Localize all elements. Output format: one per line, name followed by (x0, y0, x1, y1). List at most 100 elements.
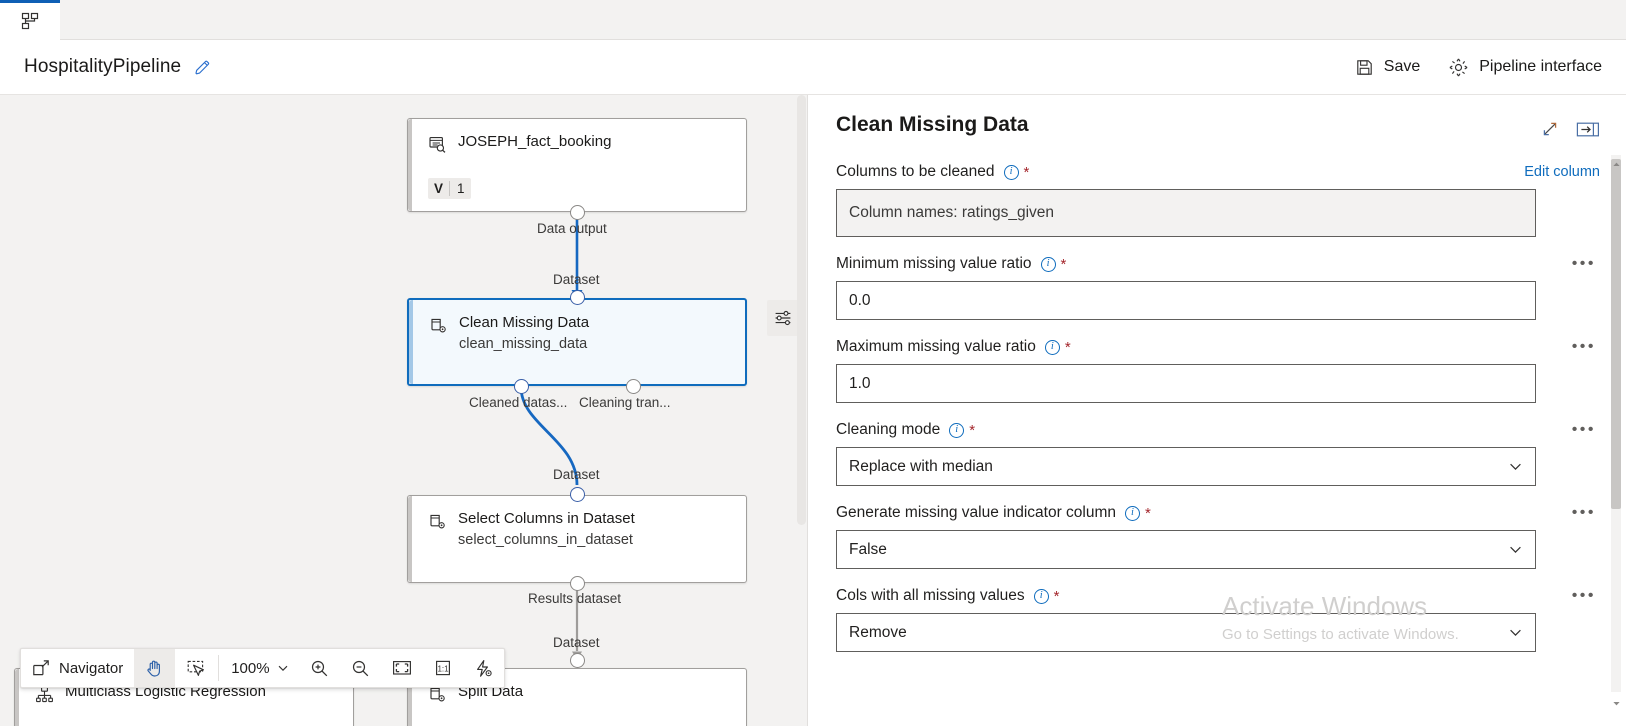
pipeline-canvas[interactable]: JOSEPH_fact_booking V1 Data output Datas… (0, 95, 807, 726)
field-actions: Edit column (1524, 164, 1600, 180)
field-value: 0.0 (849, 291, 871, 309)
actual-size-button[interactable]: 1:1 (423, 649, 463, 687)
edge-label-dataset-2: Dataset (553, 467, 600, 482)
info-icon[interactable]: i (1033, 588, 1049, 604)
field-label-row: Maximum missing value ratio i * ••• (836, 330, 1600, 364)
port-cleaning-transformation[interactable] (626, 379, 641, 394)
node-joseph-fact-booking[interactable]: JOSEPH_fact_booking V1 (407, 118, 747, 212)
minimum-missing-value-ratio-input[interactable]: 0.0 (836, 281, 1536, 320)
info-icon[interactable]: i (1040, 256, 1056, 272)
chevron-down-icon (1508, 625, 1523, 640)
scroll-down-arrow[interactable] (1611, 696, 1621, 710)
field-label: Cleaning mode (836, 421, 941, 438)
field-label: Maximum missing value ratio (836, 338, 1036, 355)
collapse-panel-icon[interactable] (1576, 120, 1600, 139)
field-maximum-missing-value-ratio: Maximum missing value ratio i * ••• 1.0 (836, 330, 1600, 403)
field-overflow-menu[interactable]: ••• (1568, 505, 1600, 521)
hand-icon (145, 659, 164, 678)
zoom-level-value: 100% (231, 659, 270, 677)
pencil-icon[interactable] (193, 58, 212, 77)
version-badge: V1 (428, 178, 471, 199)
magnifier-plus-icon (310, 659, 329, 678)
pipeline-interface-label: Pipeline interface (1479, 58, 1602, 75)
generate-missing-value-indicator-column-select[interactable]: False (836, 530, 1536, 569)
info-icon[interactable]: i (949, 422, 965, 438)
maximum-missing-value-ratio-input[interactable]: 1.0 (836, 364, 1536, 403)
field-value: 1.0 (849, 374, 871, 392)
port-cleaned-dataset[interactable] (514, 379, 529, 394)
canvas-vertical-scrollbar[interactable] (797, 95, 806, 525)
field-label-row: Cleaning mode i * ••• (836, 413, 1600, 447)
node-subtitle: clean_missing_data (459, 335, 588, 352)
field-label-row: Minimum missing value ratio i * ••• (836, 247, 1600, 281)
port-select-input[interactable] (570, 487, 585, 502)
field-cols-with-all-missing-values: Cols with all missing values i * ••• Rem… (836, 579, 1600, 652)
field-minimum-missing-value-ratio: Minimum missing value ratio i * ••• 0.0 (836, 247, 1600, 320)
node-settings-button[interactable] (767, 300, 799, 336)
one-to-one-icon: 1:1 (434, 659, 452, 677)
fit-to-screen-button[interactable] (381, 649, 423, 687)
field-overflow-menu[interactable]: ••• (1568, 339, 1600, 355)
pipeline-graph-icon (20, 11, 41, 32)
node-title: JOSEPH_fact_booking (458, 133, 612, 150)
field-overflow-menu[interactable]: ••• (1568, 422, 1600, 438)
zoom-out-button[interactable] (340, 649, 381, 687)
field-actions: ••• (1568, 339, 1600, 355)
info-icon[interactable]: i (1003, 164, 1019, 180)
properties-panel: Clean Missing Data Columns to be cleaned… (807, 95, 1626, 726)
columns-to-be-cleaned-value[interactable]: Column names: ratings_given (836, 189, 1536, 237)
save-button[interactable]: Save (1341, 50, 1434, 85)
port-label-cleaning-transformation: Cleaning tran... (579, 395, 671, 410)
info-icon[interactable]: i (1125, 505, 1140, 521)
port-data-output[interactable] (570, 205, 585, 220)
required-asterisk: * (969, 421, 976, 439)
sliders-icon (774, 309, 792, 327)
node-select-columns-in-dataset[interactable]: Select Columns in Dataset select_columns… (407, 495, 747, 583)
node-clean-missing-data[interactable]: Clean Missing Data clean_missing_data (407, 298, 747, 386)
port-label-results-dataset: Results dataset (528, 591, 622, 606)
port-clean-input[interactable] (570, 290, 585, 305)
navigator-expand-icon (32, 659, 50, 677)
field-label-row: Generate missing value indicator column … (836, 496, 1600, 530)
field-overflow-menu[interactable]: ••• (1568, 588, 1600, 604)
chevron-down-icon (277, 662, 289, 674)
field-overflow-menu[interactable]: ••• (1568, 256, 1600, 272)
version-prefix: V (434, 181, 444, 196)
field-label-row: Columns to be cleaned i * Edit column (836, 155, 1600, 189)
chevron-down-icon (1508, 542, 1523, 557)
fit-screen-icon (392, 659, 412, 677)
cols-with-all-missing-values-select[interactable]: Remove (836, 613, 1536, 652)
port-next-input[interactable] (570, 653, 585, 668)
gear-icon (1448, 57, 1469, 78)
port-label-cleaned-dataset: Cleaned datas... (469, 395, 568, 410)
scroll-up-arrow[interactable] (1611, 157, 1621, 171)
select-tool-button[interactable] (175, 649, 216, 687)
app-root: HospitalityPipeline Save Pipeline interf… (0, 0, 1626, 726)
required-asterisk: * (1145, 504, 1151, 522)
panel-header: Clean Missing Data (808, 95, 1626, 145)
zoom-level-selector[interactable]: 100% (221, 649, 298, 687)
expand-icon[interactable] (1540, 119, 1560, 139)
toolbar-divider (218, 655, 220, 681)
navigator-button[interactable]: Navigator (21, 649, 134, 687)
version-value: 1 (449, 181, 465, 196)
field-label: Columns to be cleaned (836, 163, 995, 180)
field-cleaning-mode: Cleaning mode i * ••• Replace with media… (836, 413, 1600, 486)
pan-tool-button[interactable] (134, 649, 176, 687)
cleaning-mode-select[interactable]: Replace with median (836, 447, 1536, 486)
node-header: Clean Missing Data clean_missing_data (409, 300, 745, 354)
port-results-dataset[interactable] (570, 576, 585, 591)
module-gear-icon (429, 316, 448, 335)
field-generate-missing-value-indicator-column: Generate missing value indicator column … (836, 496, 1600, 569)
auto-layout-button[interactable] (463, 649, 504, 687)
tab-pipeline-designer[interactable] (0, 0, 60, 40)
lightning-gear-icon (474, 659, 493, 678)
tab-strip (0, 0, 1626, 40)
zoom-in-button[interactable] (299, 649, 340, 687)
pipeline-interface-button[interactable]: Pipeline interface (1434, 49, 1616, 86)
edit-column-link[interactable]: Edit column (1524, 164, 1600, 180)
info-icon[interactable]: i (1044, 339, 1060, 355)
panel-scrollbar-thumb[interactable] (1611, 159, 1621, 509)
edge-label-dataset-3: Dataset (553, 635, 600, 650)
canvas-toolbar: Navigator 100% 1:1 (20, 648, 505, 688)
